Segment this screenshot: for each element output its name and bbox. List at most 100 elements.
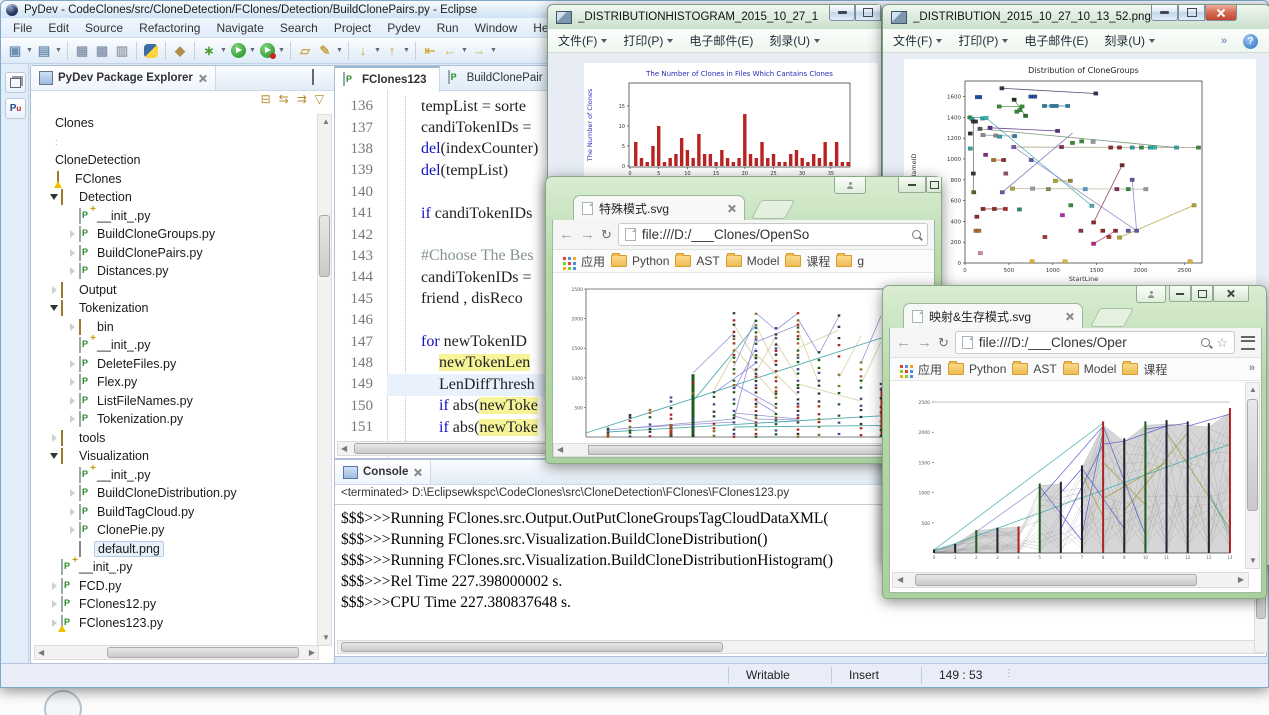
console-tab[interactable]: Console	[335, 460, 431, 484]
bookmarks-overflow-chevron[interactable]: »	[1249, 362, 1255, 374]
tree-twisty-icon[interactable]	[67, 415, 77, 423]
photo2-close-button[interactable]	[1205, 5, 1237, 21]
menu-overflow-chevron[interactable]: »	[1221, 35, 1227, 47]
menu-source[interactable]: Source	[77, 19, 131, 37]
menu-file[interactable]: File	[5, 19, 40, 37]
new-wizard-dropdown-icon[interactable]: ▼	[54, 42, 63, 60]
chrome1-address-bar[interactable]: file:///D:/___Clones/OpenSo	[618, 223, 928, 246]
photo-menu-print[interactable]: 打印(P)	[958, 32, 1008, 49]
forward-button[interactable]: →	[470, 42, 488, 60]
tree-item[interactable]: ListFileNames.py	[33, 392, 317, 411]
new-button[interactable]: ▣	[6, 42, 24, 60]
chrome2-vertical-scrollbar[interactable]: ▲ ▼	[1245, 382, 1260, 569]
tree-item[interactable]: FClones	[33, 170, 317, 189]
import-button[interactable]: ↓	[354, 42, 372, 60]
tree-twisty-icon[interactable]	[67, 267, 77, 275]
tree-twisty-icon[interactable]	[67, 526, 77, 534]
bookmark-star-icon[interactable]: ☆	[1216, 335, 1228, 351]
save-button[interactable]: ▦	[73, 42, 91, 60]
restore-view-button[interactable]	[5, 72, 26, 93]
tree-twisty-icon[interactable]	[67, 249, 77, 257]
open-resource-button[interactable]: ◆	[171, 42, 189, 60]
run-dropdown-icon[interactable]: ▼	[248, 42, 257, 60]
tree-item[interactable]: Flex.py	[33, 373, 317, 392]
debug-dropdown-icon[interactable]: ▼	[219, 42, 228, 60]
tree-item[interactable]: __init_.py	[33, 336, 317, 355]
menu-search[interactable]: Search	[272, 19, 326, 37]
chrome2-tab[interactable]: 映射&生存模式.svg	[903, 303, 1083, 329]
bookmark-folder-课程[interactable]: 课程	[1122, 361, 1167, 378]
tree-twisty-icon[interactable]	[67, 378, 77, 386]
tree-twisty-icon[interactable]	[49, 286, 59, 294]
view-menu-icon[interactable]: ▽	[315, 92, 324, 106]
tree-horizontal-scrollbar[interactable]: ◀ ▶	[34, 645, 319, 660]
photo-menu-email[interactable]: 电子邮件(E)	[689, 32, 753, 49]
last-edit-button[interactable]: ⇤	[421, 42, 439, 60]
bookmark-folder-Model[interactable]: Model	[726, 254, 780, 268]
back-button[interactable]: ←	[441, 42, 459, 60]
chrome1-tab[interactable]: 特殊模式.svg	[573, 195, 745, 221]
new-tab-button[interactable]	[751, 200, 795, 219]
run-button[interactable]	[229, 42, 247, 60]
import-dropdown-icon[interactable]: ▼	[373, 42, 382, 60]
tree-twisty-icon[interactable]	[49, 453, 59, 459]
annotate-button[interactable]: ✎	[316, 42, 334, 60]
photo-menu-print[interactable]: 打印(P)	[623, 32, 673, 49]
menu-refactoring[interactable]: Refactoring	[131, 19, 208, 37]
reload-icon[interactable]: ↻	[601, 227, 612, 243]
profile-dropdown-icon[interactable]: ▼	[277, 42, 286, 60]
editor-tab-fclones123[interactable]: FClones123	[335, 66, 440, 92]
open-folder-button[interactable]: ▱	[296, 42, 314, 60]
link-editor-icon[interactable]: ⇆	[279, 92, 289, 106]
chrome1-profile-button[interactable]	[834, 177, 866, 194]
tree-item[interactable]: __init_.py	[33, 558, 317, 577]
new-tab-button[interactable]	[1090, 308, 1134, 327]
bookmark-folder-g[interactable]: g	[836, 254, 864, 268]
bookmark-folder-AST[interactable]: AST	[1012, 362, 1056, 376]
bookmark-folder-课程[interactable]: 课程	[785, 253, 830, 270]
search-icon[interactable]	[912, 230, 921, 239]
tree-item[interactable]: Tokenization	[33, 299, 317, 318]
tree-item[interactable]: Distances.py	[33, 262, 317, 281]
menu-run[interactable]: Run	[429, 19, 467, 37]
debug-button[interactable]: ∗	[200, 42, 218, 60]
tree-twisty-icon[interactable]	[67, 397, 77, 405]
export-button[interactable]: ↑	[383, 42, 401, 60]
chrome2-close-button[interactable]	[1213, 286, 1249, 302]
new-dropdown-icon[interactable]: ▼	[25, 42, 34, 60]
python-button[interactable]	[142, 42, 160, 60]
editor-tab-buildclonepair[interactable]: BuildClonePair	[440, 66, 556, 90]
tree-item[interactable]: ClonePie.py	[33, 521, 317, 540]
new-wizard-button[interactable]: ▤	[35, 42, 53, 60]
photo-menu-burn[interactable]: 刻录(U)	[769, 32, 820, 49]
tree-item[interactable]: FClones123.py	[33, 614, 317, 633]
search-icon[interactable]	[1201, 338, 1210, 347]
tree-twisty-icon[interactable]	[67, 360, 77, 368]
tree-twisty-icon[interactable]	[49, 600, 59, 608]
package-explorer-tab[interactable]: PyDev Package Explorer	[31, 66, 216, 90]
photo-menu-file[interactable]: 文件(F)	[893, 32, 942, 49]
menu-navigate[interactable]: Navigate	[208, 19, 271, 37]
tree-twisty-icon[interactable]	[67, 230, 77, 238]
tree-item[interactable]: BuildTagCloud.py	[33, 503, 317, 522]
tree-twisty-icon[interactable]	[49, 194, 59, 200]
chrome2-tab-close-icon[interactable]	[1065, 312, 1074, 321]
profile-button[interactable]	[258, 42, 276, 60]
menu-project[interactable]: Project	[326, 19, 379, 37]
apps-shortcut[interactable]: 应用	[561, 253, 605, 270]
tree-item[interactable]: Clones	[33, 114, 317, 133]
minimize-panel-button[interactable]	[292, 70, 308, 84]
bookmark-folder-Python[interactable]: Python	[611, 254, 669, 268]
export-dropdown-icon[interactable]: ▼	[402, 42, 411, 60]
tree-item[interactable]: :	[33, 133, 317, 152]
photo1-minimize-button[interactable]	[829, 5, 855, 21]
apps-shortcut[interactable]: 应用	[898, 361, 942, 378]
tree-item[interactable]: FClones12.py	[33, 595, 317, 614]
menu-pydev[interactable]: Pydev	[379, 19, 428, 37]
chrome1-tab-close-icon[interactable]	[727, 204, 736, 213]
chrome-menu-icon[interactable]	[1241, 336, 1255, 350]
chrome2-horizontal-scrollbar[interactable]: ◀ ▶	[892, 572, 1249, 588]
tree-item[interactable]: FCD.py	[33, 577, 317, 596]
photo2-restore-button[interactable]	[1178, 5, 1205, 21]
chrome2-profile-button[interactable]	[1136, 286, 1166, 303]
